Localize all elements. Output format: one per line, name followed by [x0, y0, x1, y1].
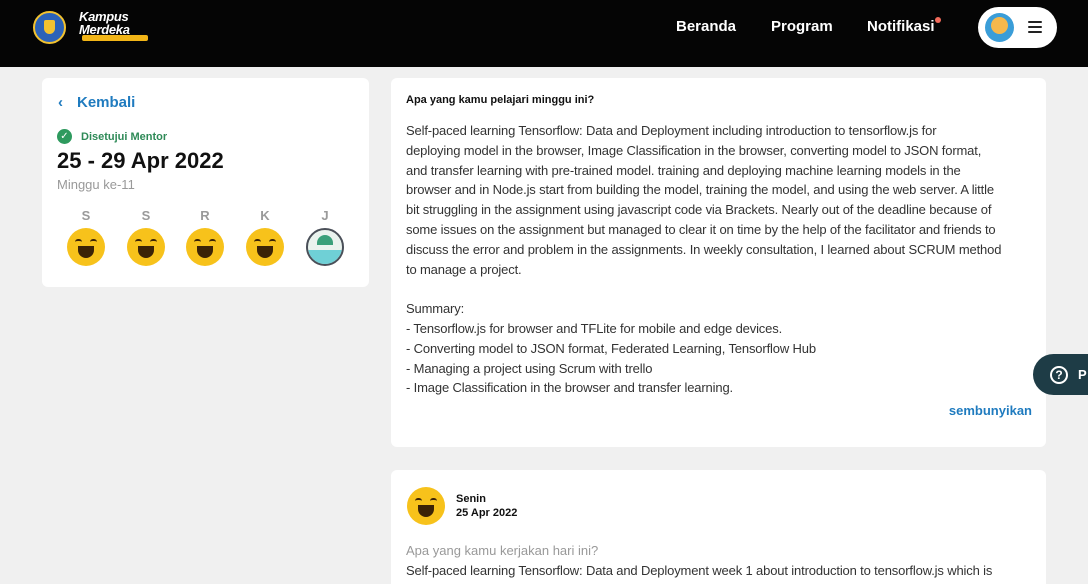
hide-text-button[interactable]: sembunyikan: [949, 403, 1032, 418]
nav-program[interactable]: Program: [771, 18, 833, 35]
day-letter: K: [260, 208, 270, 223]
day-mood-wednesday[interactable]: R: [185, 208, 225, 266]
text-line: deploying model in the browser, Image Cl…: [406, 142, 982, 158]
text-line: - Converting model to JSON format, Feder…: [406, 340, 816, 356]
back-label: Kembali: [77, 94, 136, 111]
happy-face-icon: [67, 228, 105, 266]
weekly-learning-card: Apa yang kamu pelajari minggu ini? Self-…: [391, 78, 1046, 447]
back-button[interactable]: ‹ Kembali: [58, 94, 135, 111]
check-circle-icon: ✓: [57, 129, 72, 144]
weekly-learning-text: Self-paced learning Tensorflow: Data and…: [406, 121, 1032, 398]
text-line: - Image Classification in the browser an…: [406, 380, 733, 396]
text-line: bit struggling in the assignment using j…: [406, 202, 992, 218]
happy-face-icon: [127, 228, 165, 266]
happy-face-icon: [407, 487, 445, 525]
text-line: discuss the error and problem in the ass…: [406, 241, 1002, 257]
text-line: Self-paced learning Tensorflow: Data and…: [406, 123, 937, 138]
text-line: [406, 279, 1032, 299]
happy-face-icon: [246, 228, 284, 266]
profile-menu-button[interactable]: [978, 7, 1057, 48]
kampus-merdeka-logo[interactable]: Kampus Merdeka: [79, 10, 151, 36]
text-line: - Managing a project using Scrum with tr…: [406, 360, 653, 376]
daily-question: Apa yang kamu kerjakan hari ini?: [406, 543, 599, 558]
day-mood-tuesday[interactable]: S: [126, 208, 166, 266]
week-number: Minggu ke-11: [57, 177, 135, 192]
chevron-left-icon: ‹: [58, 94, 63, 111]
help-button[interactable]: ? P: [1033, 354, 1088, 395]
nav-beranda[interactable]: Beranda: [676, 18, 736, 35]
entry-date: 25 Apr 2022: [456, 507, 518, 519]
beach-holiday-icon: [306, 228, 344, 266]
day-mood-friday[interactable]: J: [305, 208, 345, 266]
question-circle-icon: ?: [1050, 366, 1068, 384]
logo-tagline-bar: [82, 35, 148, 41]
avatar: [985, 13, 1014, 42]
text-line: to manage a project.: [406, 261, 522, 277]
text-line: - Tensorflow.js for browser and TFLite f…: [406, 320, 783, 336]
kemendikbud-logo-icon[interactable]: [33, 11, 66, 44]
approval-status: ✓ Disetujui Mentor: [57, 129, 167, 144]
text-line: some issues on the assignment but manage…: [406, 221, 996, 237]
notification-dot: [935, 17, 941, 23]
week-date-range: 25 - 29 Apr 2022: [57, 148, 224, 173]
weekly-question-title: Apa yang kamu pelajari minggu ini?: [406, 94, 595, 106]
text-line: and transfer learning with pre-trained m…: [406, 162, 961, 178]
day-mood-monday[interactable]: S: [66, 208, 106, 266]
approval-status-label: Disetujui Mentor: [81, 130, 168, 143]
help-label: P: [1078, 367, 1087, 382]
day-letter: S: [141, 208, 151, 223]
day-letter: S: [81, 208, 91, 223]
daily-answer: Self-paced learning Tensorflow: Data and…: [406, 563, 993, 578]
entry-day: Senin: [456, 493, 486, 505]
day-letter: R: [200, 208, 210, 223]
top-navigation-bar: Kampus Merdeka Beranda Program Notifikas…: [0, 0, 1088, 67]
text-line: Summary:: [406, 301, 465, 317]
day-mood-thursday[interactable]: K: [245, 208, 285, 266]
hamburger-menu-icon: [1028, 21, 1042, 33]
text-line: browser and in Node.js start from buildi…: [406, 182, 994, 198]
daily-entry-card: Senin 25 Apr 2022 Apa yang kamu kerjakan…: [391, 470, 1046, 584]
day-letter: J: [321, 208, 329, 223]
nav-notifikasi[interactable]: Notifikasi: [867, 18, 935, 35]
week-summary-card: ‹ Kembali ✓ Disetujui Mentor 25 - 29 Apr…: [42, 78, 369, 287]
happy-face-icon: [186, 228, 224, 266]
